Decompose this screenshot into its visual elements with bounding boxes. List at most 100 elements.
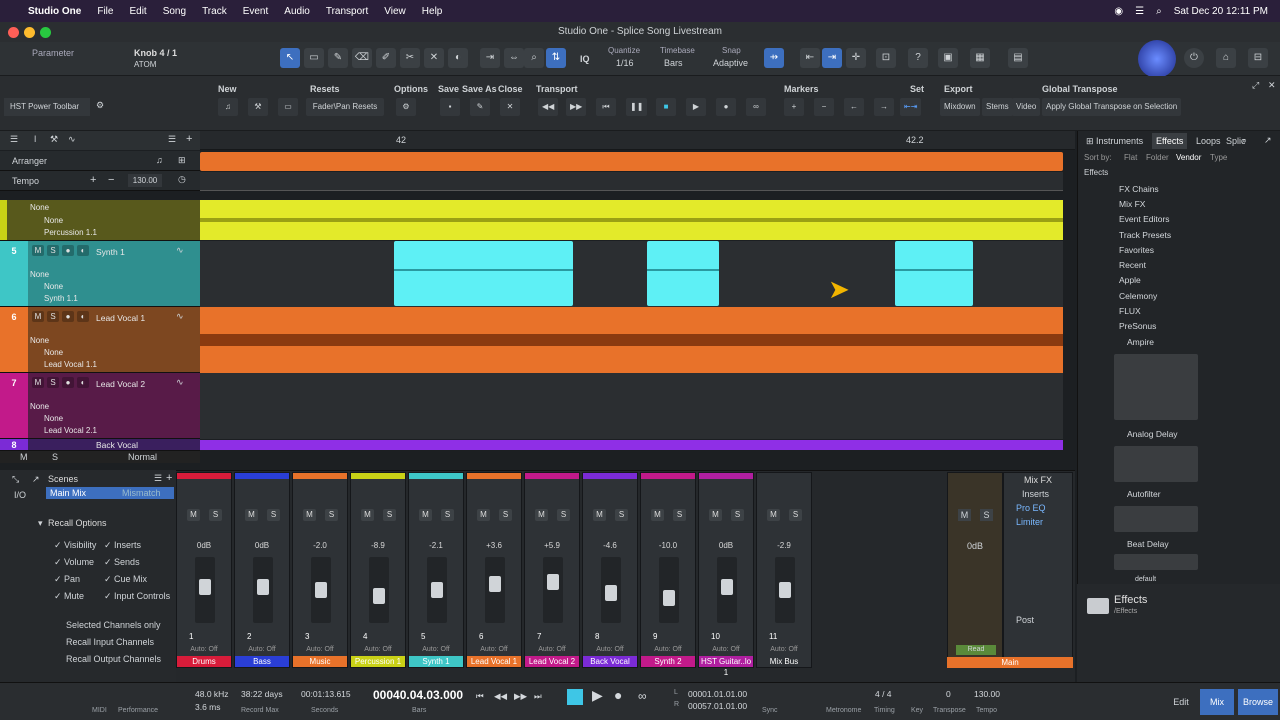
channel-volume[interactable]: -10.0 xyxy=(641,541,695,550)
channel-volume[interactable]: 0dB xyxy=(177,541,231,550)
leadvocal1-clip[interactable] xyxy=(200,307,1063,373)
help-icon[interactable]: ? xyxy=(908,48,928,68)
monitor-icon[interactable]: ◐ xyxy=(77,245,89,256)
arranger-section[interactable] xyxy=(200,152,1063,171)
track-input[interactable]: None xyxy=(30,402,49,411)
tempo-track-header[interactable]: Tempo + − 130.00 ◷ xyxy=(0,171,200,191)
opt-visibility[interactable]: ✓ Visibility xyxy=(54,540,96,551)
browser-item-track-presets[interactable]: Track Presets xyxy=(1119,230,1171,240)
channel-strip[interactable]: M S +5.9 7 Auto: Off Lead Vocal 2 xyxy=(524,472,580,668)
channel-mute-button[interactable]: M xyxy=(709,509,722,521)
arranger-grid-icon[interactable]: ⊞ xyxy=(178,155,186,166)
minimize-window-button[interactable] xyxy=(24,27,35,38)
play-icon[interactable]: ▶ xyxy=(592,687,603,704)
opt-mute[interactable]: ✓ Mute xyxy=(54,591,84,602)
stop-icon[interactable] xyxy=(567,689,583,705)
tempo-value[interactable]: 130.00 xyxy=(974,689,1000,699)
edit-button[interactable]: Edit xyxy=(1164,689,1198,715)
channel-strip[interactable]: M S -10.0 9 Auto: Off Synth 2 xyxy=(640,472,696,668)
new-instrument-icon[interactable]: ♫ xyxy=(218,98,238,116)
zoom-tool-icon[interactable]: ⌕ xyxy=(524,48,544,68)
new-folder-icon[interactable]: ▭ xyxy=(278,98,298,116)
main-mute-button[interactable]: M xyxy=(958,509,971,521)
mute-button[interactable]: M xyxy=(32,311,44,322)
main-volume[interactable]: 0dB xyxy=(948,541,1002,551)
track-name[interactable]: Lead Vocal 1 xyxy=(96,313,145,323)
record-arm-icon[interactable]: ● xyxy=(62,245,74,256)
channel-solo-button[interactable]: S xyxy=(441,509,454,521)
channel-automation[interactable]: Auto: Off xyxy=(525,646,579,653)
fader-knob[interactable] xyxy=(663,590,675,606)
channel-mute-button[interactable]: M xyxy=(767,509,780,521)
channel-volume[interactable]: -2.1 xyxy=(409,541,463,550)
save-as-icon[interactable]: ✎ xyxy=(470,98,490,116)
menu-view[interactable]: View xyxy=(384,6,406,17)
channel-volume[interactable]: +5.9 xyxy=(525,541,579,550)
loop-icon[interactable]: ∞ xyxy=(746,98,766,116)
browser-search-icon[interactable]: ⌕ xyxy=(1242,135,1247,146)
track-input[interactable]: None xyxy=(30,336,49,345)
video-button[interactable]: Video xyxy=(1012,98,1041,116)
forward-icon[interactable]: ▶▶ xyxy=(566,98,587,116)
browser-item-mix-fx[interactable]: Mix FX xyxy=(1119,199,1145,209)
new-tool-icon[interactable]: ⚒ xyxy=(248,98,268,116)
synth1-lane[interactable] xyxy=(200,241,1063,307)
remove-marker-icon[interactable]: − xyxy=(814,98,834,116)
sort-flat[interactable]: Flat xyxy=(1124,153,1137,162)
resets-select[interactable]: Fader\Pan Resets xyxy=(306,98,384,116)
channel-strip[interactable]: M S -8.9 4 Auto: Off Percussion 1 xyxy=(350,472,406,668)
channel-name[interactable]: Bass xyxy=(235,656,289,667)
track-mode[interactable]: Normal xyxy=(128,452,157,462)
tempo-value[interactable]: 130.00 xyxy=(128,174,162,187)
automation-icon[interactable]: ∿ xyxy=(176,377,184,388)
channel-automation[interactable]: Auto: Off xyxy=(235,646,289,653)
backvocal-clip[interactable] xyxy=(200,440,1063,450)
fader-knob[interactable] xyxy=(431,582,443,598)
channel-mute-button[interactable]: M xyxy=(419,509,432,521)
apply-transpose-button[interactable]: Apply Global Transpose on Selection xyxy=(1042,98,1182,116)
browser-item-favorites[interactable]: Favorites xyxy=(1119,245,1154,255)
channel-fader[interactable] xyxy=(775,557,795,623)
mute-tool-icon[interactable]: ✕ xyxy=(424,48,444,68)
loop-icon[interactable]: ∞ xyxy=(638,689,647,703)
solo-button[interactable]: S xyxy=(47,377,59,388)
menu-event[interactable]: Event xyxy=(243,6,269,17)
menu-help[interactable]: Help xyxy=(422,6,443,17)
loop-start[interactable]: 00001.01.01.00 xyxy=(688,689,747,699)
channel-name[interactable]: Synth 1 xyxy=(409,656,463,667)
control-center-icon[interactable]: ☰ xyxy=(1135,6,1144,17)
channel-mute-button[interactable]: M xyxy=(245,509,258,521)
channel-mute-button[interactable]: M xyxy=(593,509,606,521)
snap-value[interactable]: Adaptive xyxy=(713,58,748,68)
browser-path[interactable]: Effects xyxy=(1084,168,1108,177)
main-read-mode[interactable]: Read xyxy=(956,645,996,655)
main-channel-strip[interactable]: M S 0dB Read xyxy=(947,472,1003,668)
wifi-icon[interactable]: ◉ xyxy=(1114,6,1123,17)
tempo-add-icon[interactable]: + xyxy=(90,174,96,186)
main-solo-button[interactable]: S xyxy=(980,509,993,521)
channel-mute-button[interactable]: M xyxy=(535,509,548,521)
channel-automation[interactable]: Auto: Off xyxy=(293,646,347,653)
menu-file[interactable]: File xyxy=(97,6,113,17)
opt-pan[interactable]: ✓ Pan xyxy=(54,574,80,585)
bend-tool-icon[interactable]: ⇥ xyxy=(480,48,500,68)
arrow-tool-icon[interactable]: ↖ xyxy=(280,48,300,68)
channel-name[interactable]: Synth 2 xyxy=(641,656,695,667)
channel-volume[interactable]: -2.9 xyxy=(757,541,811,550)
channel-name[interactable]: Drums xyxy=(177,656,231,667)
toolbar-select[interactable]: HST Power Toolbar xyxy=(4,98,90,116)
channel-fader[interactable] xyxy=(195,557,215,623)
cursor-follow-icon[interactable]: ✛ xyxy=(846,48,866,68)
time-seconds[interactable]: 00:01:13.615 xyxy=(301,689,351,699)
save-icon[interactable]: ▪ xyxy=(440,98,460,116)
channel-solo-button[interactable]: S xyxy=(499,509,512,521)
browser-item-analog-delay[interactable]: Analog Delay xyxy=(1127,429,1178,439)
channel-fader[interactable] xyxy=(659,557,679,623)
close-macro-icon[interactable]: ✕ xyxy=(1268,80,1276,91)
channel-mute-button[interactable]: M xyxy=(361,509,374,521)
track-layer[interactable]: Lead Vocal 2.1 xyxy=(44,426,97,435)
grid-view-icon[interactable]: ▦ xyxy=(970,48,990,68)
record-arm-icon[interactable]: ● xyxy=(62,377,74,388)
channel-volume[interactable]: -2.0 xyxy=(293,541,347,550)
channel-strip[interactable]: M S -2.9 11 Auto: Off Mix Bus xyxy=(756,472,812,668)
